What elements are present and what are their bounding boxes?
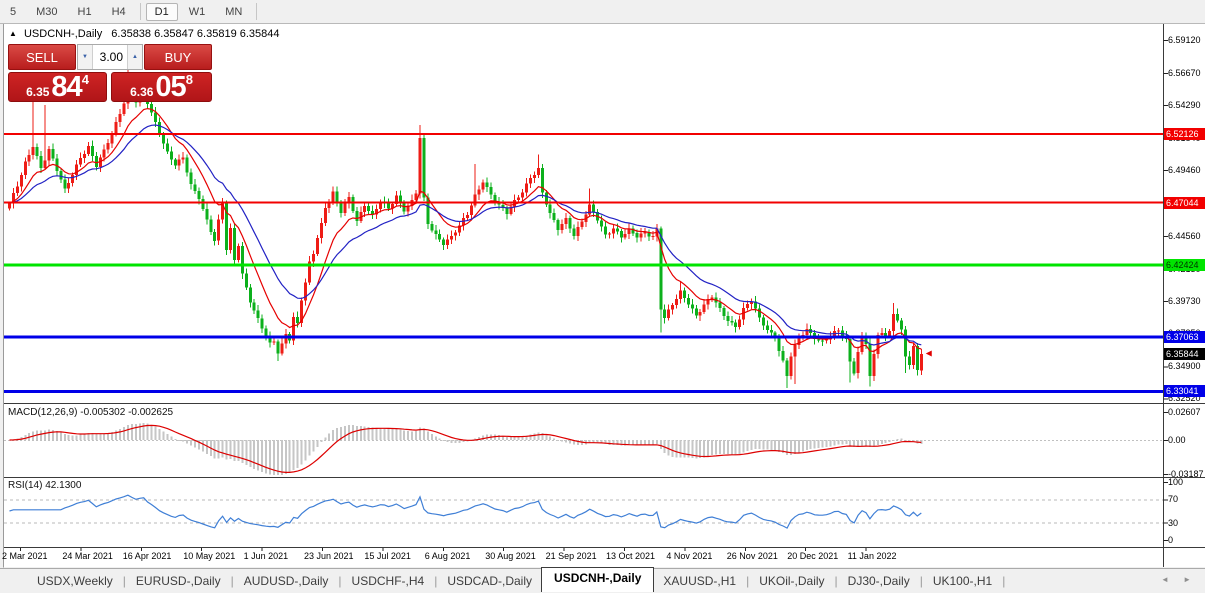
- volume-increase-button[interactable]: ▲: [127, 45, 142, 69]
- chart-tab-ukoil-daily[interactable]: UKOil-,Daily: [750, 571, 833, 591]
- chart-tab-xauusd-h1[interactable]: XAUUSD-,H1: [654, 571, 745, 591]
- x-axis-date-label: 6 Aug 2021: [425, 551, 471, 561]
- x-axis-date-label: 21 Sep 2021: [546, 551, 597, 561]
- chart-tab-eurusd-daily[interactable]: EURUSD-,Daily: [127, 571, 230, 591]
- price-line-label: 6.52126: [1164, 128, 1205, 140]
- chart-tab-uk100-h1[interactable]: UK100-,H1: [924, 571, 1001, 591]
- x-axis-date-label: 4 Nov 2021: [666, 551, 712, 561]
- tab-separator: |: [1001, 574, 1006, 588]
- macd-indicator-label: MACD(12,26,9) -0.005302 -0.002625: [8, 407, 173, 418]
- timeframe-button-5[interactable]: 5: [1, 3, 25, 21]
- toolbar-separator: [256, 3, 257, 20]
- x-axis-date-label: 24 Mar 2021: [62, 551, 113, 561]
- volume-spinner: ▼ ▲: [77, 44, 143, 70]
- y-axis-tick: 0.02607: [1168, 406, 1205, 418]
- price-line-label: 6.42424: [1164, 259, 1205, 271]
- chart-tab-usdx-weekly[interactable]: USDX,Weekly: [28, 571, 122, 591]
- chart-tab-bar: USDX,Weekly|EURUSD-,Daily|AUDUSD-,Daily|…: [0, 568, 1205, 593]
- y-axis-tick: 6.59120: [1168, 34, 1205, 46]
- buy-price-display[interactable]: 6.36 05 8: [111, 72, 212, 102]
- y-axis-tick: 0: [1168, 534, 1205, 546]
- x-axis-date-label: 23 Jun 2021: [304, 551, 354, 561]
- price-line-label: 6.37063: [1164, 331, 1205, 343]
- timeframe-button-h1[interactable]: H1: [69, 3, 101, 21]
- timeframe-button-w1[interactable]: W1: [180, 3, 215, 21]
- rsi-name: RSI(14): [8, 480, 42, 491]
- buy-button[interactable]: BUY: [144, 44, 212, 70]
- chart-tab-audusd-daily[interactable]: AUDUSD-,Daily: [235, 571, 338, 591]
- rsi-value: 42.1300: [45, 480, 81, 491]
- timeframe-button-m30[interactable]: M30: [27, 3, 66, 21]
- timeframe-button-h4[interactable]: H4: [103, 3, 135, 21]
- timeframe-button-mn[interactable]: MN: [216, 3, 251, 21]
- sell-button[interactable]: SELL: [8, 44, 76, 70]
- chevron-down-icon: ▼: [82, 54, 88, 60]
- x-axis-date-label: 10 May 2021: [183, 551, 235, 561]
- timeframe-toolbar: 5M30H1H4 D1W1MN: [0, 0, 1205, 24]
- volume-decrease-button[interactable]: ▼: [78, 45, 93, 69]
- chart-tab-dj30-daily[interactable]: DJ30-,Daily: [839, 571, 919, 591]
- x-axis-date-label: 15 Jul 2021: [364, 551, 411, 561]
- y-axis-tick: 100: [1168, 476, 1205, 488]
- sell-price-pipette: 4: [82, 74, 89, 86]
- x-axis-date-label: 13 Oct 2021: [606, 551, 655, 561]
- y-axis-tick: 6.56670: [1168, 67, 1205, 79]
- x-axis-date-label: 11 Jan 2022: [848, 551, 897, 561]
- timeframe-button-d1[interactable]: D1: [146, 3, 178, 21]
- y-axis-tick: 70: [1168, 493, 1205, 505]
- one-click-trading-panel: SELL ▼ ▲ BUY 6.35 84 4 6.36 05 8: [8, 44, 212, 102]
- chart-tab-usdcnh-daily[interactable]: USDCNH-,Daily: [541, 567, 654, 592]
- x-axis-date-label: 20 Dec 2021: [787, 551, 838, 561]
- sell-price-big-digits: 84: [51, 74, 81, 100]
- x-axis-date-label: 26 Nov 2021: [727, 551, 778, 561]
- tab-scroll-arrows[interactable]: ◄ ►: [1161, 575, 1197, 584]
- x-axis-date-label: 2 Mar 2021: [2, 551, 48, 561]
- y-axis-tick: 30: [1168, 517, 1205, 529]
- macd-name: MACD(12,26,9): [8, 407, 77, 418]
- chart-title: ▲ USDCNH-,Daily 6.35838 6.35847 6.35819 …: [9, 28, 280, 40]
- chevron-up-icon: ▲: [132, 54, 138, 60]
- price-axis: 6.591206.566706.542906.518406.494606.470…: [1163, 24, 1205, 567]
- x-axis-date-label: 30 Aug 2021: [485, 551, 536, 561]
- date-axis: 2 Mar 2021 24 Mar 2021 16 Apr 2021 10 May 2…: [0, 548, 1163, 566]
- y-axis-tick: 6.54290: [1168, 99, 1205, 111]
- current-price-label: 6.35844: [1164, 348, 1205, 360]
- rsi-indicator-label: RSI(14) 42.1300: [8, 480, 81, 491]
- chart-tab-usdcad-daily[interactable]: USDCAD-,Daily: [438, 571, 541, 591]
- toolbar-separator: [140, 3, 141, 20]
- x-axis-date-label: 1 Jun 2021: [244, 551, 289, 561]
- collapse-icon[interactable]: ▲: [9, 29, 17, 38]
- buy-price-pipette: 8: [186, 74, 193, 86]
- sell-price-prefix: 6.35: [26, 84, 49, 100]
- y-axis-tick: 0.00: [1168, 434, 1205, 446]
- y-axis-tick: 6.39730: [1168, 295, 1205, 307]
- chart-tab-usdchf-h4[interactable]: USDCHF-,H4: [343, 571, 434, 591]
- macd-signal-value: -0.002625: [128, 407, 173, 418]
- chart-symbol-label: USDCNH-,Daily: [24, 28, 102, 40]
- y-axis-tick: 6.44560: [1168, 230, 1205, 242]
- y-axis-tick: 6.49460: [1168, 164, 1205, 176]
- chart-ohlc-values: 6.35838 6.35847 6.35819 6.35844: [111, 28, 279, 40]
- y-axis-tick: 6.34900: [1168, 360, 1205, 372]
- x-axis-date-label: 16 Apr 2021: [123, 551, 172, 561]
- buy-price-big-digits: 05: [155, 74, 185, 100]
- price-line-label: 6.47044: [1164, 197, 1205, 209]
- sell-price-display[interactable]: 6.35 84 4: [8, 72, 107, 102]
- buy-price-prefix: 6.36: [130, 84, 153, 100]
- price-line-label: 6.33041: [1164, 385, 1205, 397]
- volume-input[interactable]: [93, 45, 127, 69]
- macd-main-value: -0.005302: [80, 407, 125, 418]
